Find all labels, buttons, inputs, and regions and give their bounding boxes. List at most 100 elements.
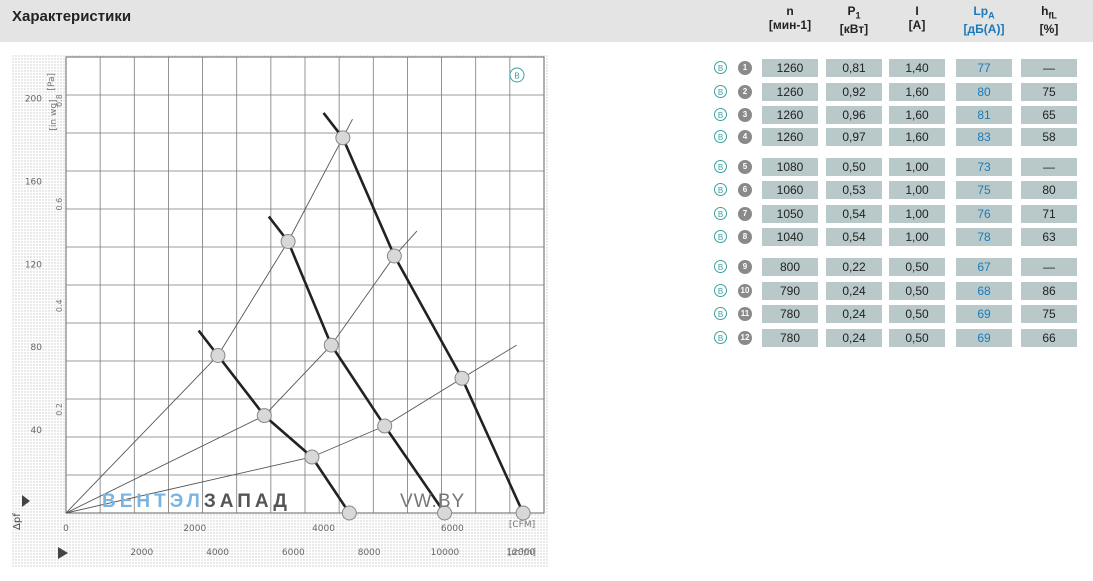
x-bottom-tick-label: 4000 — [206, 548, 229, 558]
y-right-tick-label: 0.2 — [55, 403, 64, 416]
column-header-sub: fL — [1048, 10, 1057, 21]
column-header-unit: [%] — [1039, 22, 1059, 37]
row-number-badge: 2 — [738, 85, 752, 99]
cell-i: 1,60 — [889, 128, 945, 146]
cell-lpa: 83 — [956, 128, 1012, 146]
table-row: B 8 1040 0,54 1,00 78 63 — [714, 228, 1084, 246]
cell-n: 780 — [762, 305, 818, 323]
y-tick-label: 120 — [25, 260, 42, 270]
cell-eff: 75 — [1021, 305, 1077, 323]
row-number-badge: 6 — [738, 183, 752, 197]
operating-point-marker — [256, 408, 272, 424]
cell-p1: 0,54 — [826, 228, 882, 246]
cell-n: 780 — [762, 329, 818, 347]
cell-eff: 65 — [1021, 106, 1077, 124]
cell-lpa: 81 — [956, 106, 1012, 124]
cell-i: 0,50 — [889, 258, 945, 276]
corner-badge: B — [509, 67, 525, 83]
cell-lpa: 68 — [956, 282, 1012, 300]
cell-i: 1,00 — [889, 205, 945, 223]
row-badge-b: B — [714, 207, 727, 220]
column-header-eff: hfL [%] — [1021, 4, 1077, 36]
x-tick-label: 4000 — [312, 524, 335, 534]
operating-point-marker — [210, 347, 226, 363]
row-badge-b: B — [714, 130, 727, 143]
cell-i: 1,00 — [889, 158, 945, 176]
row-number-badge: 11 — [738, 307, 752, 321]
cell-i: 0,50 — [889, 305, 945, 323]
fan-characteristics-chart: 40 80 120 160 200 0.2 0.4 0.6 0.8 0 2000 4000 6000 20… — [12, 55, 548, 567]
cell-i: 1,00 — [889, 228, 945, 246]
cell-p1: 0,50 — [826, 158, 882, 176]
table-row: B 10 790 0,24 0,50 68 86 — [714, 282, 1084, 300]
operating-point-marker — [304, 449, 320, 465]
cell-eff: 75 — [1021, 83, 1077, 101]
table-row: B 5 1080 0,50 1,00 73 — — [714, 158, 1084, 176]
watermark-part3: VW.BY — [400, 491, 465, 512]
svg-text:ВЕНТЭЛЗАПАД: ВЕНТЭЛЗАПАД — [102, 491, 291, 512]
table-row: B 11 780 0,24 0,50 69 75 — [714, 305, 1084, 323]
y-unit-right: [in wg] — [49, 99, 59, 130]
cell-p1: 0,54 — [826, 205, 882, 223]
row-badge-b: B — [714, 85, 727, 98]
cell-eff: 71 — [1021, 205, 1077, 223]
row-badge-b: B — [714, 230, 727, 243]
cell-n: 1260 — [762, 59, 818, 77]
cell-lpa: 76 — [956, 205, 1012, 223]
table-row: B 4 1260 0,97 1,60 83 58 — [714, 128, 1084, 146]
row-badge-b: B — [714, 260, 727, 273]
row-number-badge: 12 — [738, 331, 752, 345]
operating-point-marker — [323, 337, 339, 353]
operating-point-marker — [341, 505, 357, 521]
cell-p1: 0,81 — [826, 59, 882, 77]
operating-point-marker — [386, 248, 402, 264]
row-number-badge: 5 — [738, 160, 752, 174]
column-header-unit: [A] — [908, 18, 926, 32]
svg-text:Δpf: Δpf — [12, 513, 23, 530]
y-tick-label: 160 — [25, 177, 42, 187]
column-header-unit: [мин-1] — [768, 18, 812, 32]
operating-point-marker — [377, 418, 393, 434]
column-header-unit: [кВт] — [839, 22, 869, 37]
y-right-tick-label: 0.6 — [55, 198, 64, 211]
row-number-badge: 1 — [738, 61, 752, 75]
table-row: B 9 800 0,22 0,50 67 — — [714, 258, 1084, 276]
cell-eff: — — [1021, 258, 1077, 276]
cell-p1: 0,24 — [826, 305, 882, 323]
row-number-badge: 7 — [738, 207, 752, 221]
cell-eff: 80 — [1021, 181, 1077, 199]
row-number-badge: 3 — [738, 108, 752, 122]
cell-lpa: 75 — [956, 181, 1012, 199]
cell-lpa: 80 — [956, 83, 1012, 101]
cell-n: 1080 — [762, 158, 818, 176]
y-unit-left: [Pa] — [47, 73, 57, 91]
cell-i: 1,00 — [889, 181, 945, 199]
y-tick-label: 40 — [31, 426, 43, 436]
cell-lpa: 69 — [956, 329, 1012, 347]
cell-lpa: 78 — [956, 228, 1012, 246]
cell-p1: 0,97 — [826, 128, 882, 146]
row-number-badge: 10 — [738, 284, 752, 298]
cell-eff: 58 — [1021, 128, 1077, 146]
column-header-n: n [мин-1] — [762, 4, 818, 32]
cell-lpa: 73 — [956, 158, 1012, 176]
cell-i: 1,60 — [889, 83, 945, 101]
cell-p1: 0,24 — [826, 329, 882, 347]
cell-p1: 0,22 — [826, 258, 882, 276]
table-row: B 1 1260 0,81 1,40 77 — — [714, 59, 1084, 77]
cell-lpa: 69 — [956, 305, 1012, 323]
cell-n: 800 — [762, 258, 818, 276]
cell-p1: 0,96 — [826, 106, 882, 124]
table-row: B 7 1050 0,54 1,00 76 71 — [714, 205, 1084, 223]
column-header-main: P — [847, 4, 856, 18]
x-tick-label: 2000 — [183, 524, 206, 534]
column-header-main: n — [786, 4, 794, 18]
row-badge-b: B — [714, 160, 727, 173]
x-unit-bottom: [m³/h] — [508, 548, 536, 558]
cell-n: 1260 — [762, 128, 818, 146]
chart-svg: 40801201602000.20.40.60.80 2000 4000 600020… — [12, 55, 548, 567]
section-title: Характеристики — [12, 8, 132, 25]
corner-badge-label: B — [514, 72, 520, 81]
column-header-main: I — [915, 4, 919, 18]
column-header-sub: 1 — [855, 10, 861, 21]
